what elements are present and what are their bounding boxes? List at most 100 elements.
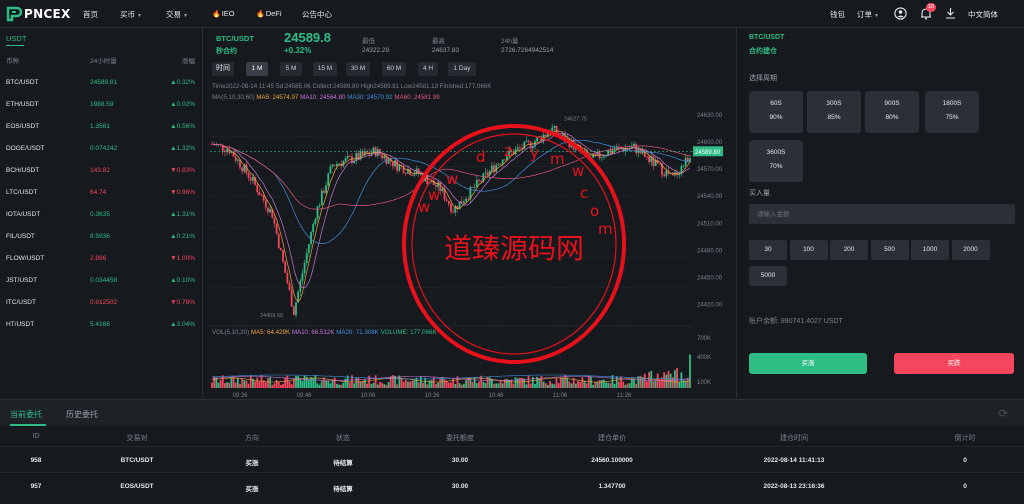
buy-up-button[interactable]: 买涨 [749,353,867,374]
market-price: 0.074242 [90,145,118,152]
market-row[interactable]: EOS/USDT 1.3561 ▲0.56% [0,116,203,138]
volume-bar [383,384,386,388]
quick-amount-button[interactable]: 100 [789,240,828,260]
candle-body [549,133,551,135]
amount-input[interactable] [749,204,1015,224]
candle-body [249,177,252,181]
volume-bar [484,382,487,388]
market-pair: FLOW/USDT [6,255,45,262]
timeframe-button[interactable]: 1 Day [448,62,476,76]
candlestick-chart[interactable]: Time2022-08-14 11:45 Sd:24585.06 Collect… [204,80,735,398]
period-time: 1800S [942,100,962,107]
market-row[interactable]: DOGE/USDT 0.074242 ▲1.32% [0,138,203,160]
vol-legend-item: MA10: 66.512K [292,329,336,336]
time-tick-label: 10:06 [360,393,376,398]
candle-body [428,182,431,185]
volume-bar [439,378,442,388]
market-pair: IOTA/USDT [6,211,41,218]
orders-tab-bar: 当前委托 历史委托 ⟳ [0,400,1024,426]
refresh-icon[interactable]: ⟳ [999,407,1008,420]
volume-value: 2726.7264942514 [501,47,554,54]
period-rate: 85% [827,114,841,121]
nav-home[interactable]: 首页 [83,9,98,20]
nav-buy[interactable]: 买币 ▼ [120,9,142,20]
market-row[interactable]: FLOW/USDT 2.896 ▼1.00% [0,248,203,270]
candle-body [288,282,291,290]
volume-bar [639,375,642,388]
tab-current-orders[interactable]: 当前委托 [10,409,42,420]
market-change: ▼0.96% [170,189,195,196]
volume-tick-label: 700K [697,336,711,342]
quick-amount-button[interactable]: 1000 [911,240,949,260]
order-cell-direction: 买涨 [245,460,259,467]
buy-down-button[interactable]: 买跌 [894,353,1014,374]
market-row[interactable]: BTC/USDT 24589.81 ▲0.32% [0,72,203,94]
volume-bar [359,381,362,388]
quick-amount-button[interactable]: 500 [870,240,909,260]
candle-body [295,302,297,316]
user-icon[interactable] [894,7,907,20]
market-pair: DOGE/USDT [6,145,45,152]
market-row[interactable]: BCH/USDT 143.82 ▼0.83% [0,160,203,182]
brand-name: PNCEX [24,7,71,21]
nav-defi[interactable]: 🔥DeFi [256,9,282,18]
nav-wallet[interactable]: 钱包 [830,9,845,20]
quick-amount-button[interactable]: 2000 [951,240,990,260]
time-tick-label: 09:46 [296,393,312,398]
market-row[interactable]: LTC/USDT 64.74 ▼0.96% [0,182,203,204]
order-cell-direction: 买涨 [245,486,259,493]
market-row[interactable]: JST/USDT 0.034458 ▲0.10% [0,270,203,292]
market-row[interactable]: IOTA/USDT 0.3635 ▲1.31% [0,204,203,226]
logo-icon [6,6,22,22]
volume-bar [499,380,502,388]
quick-amount-button[interactable]: 30 [749,240,787,260]
volume-bar [340,384,343,388]
timeframe-button[interactable]: 15 M [313,62,337,76]
fire-icon: 🔥 [256,11,265,18]
timeframe-button[interactable]: 1 M [246,62,268,76]
timeframe-button[interactable]: 4 H [418,62,438,76]
volume-bar [592,384,595,388]
nav-ieo[interactable]: 🔥IEO [212,9,235,18]
quick-amount-button[interactable]: 200 [830,240,868,260]
volume-bar [661,377,663,388]
market-row[interactable]: ETH/USDT 1988.59 ▲0.02% [0,94,203,116]
nav-notice[interactable]: 公告中心 [302,9,332,20]
candle-body [273,217,276,224]
period-option[interactable]: 300S 85% [807,91,861,133]
volume-bar [417,382,420,388]
timeframe-button[interactable]: 60 M [382,62,406,76]
candle-body [583,150,586,151]
volume-bar [538,378,541,388]
market-tab-usdt[interactable]: USDT [6,34,26,43]
volume-bar [381,382,383,388]
market-row[interactable]: HT/USDT 5.4168 ▲3.04% [0,314,203,336]
market-change: ▲3.04% [170,321,195,328]
market-price: 2.896 [90,255,107,262]
download-icon[interactable] [945,7,956,19]
timeframe-button[interactable]: 30 M [346,62,370,76]
price-tick-label: 24480.00 [697,248,723,254]
timeframe-button[interactable]: 5 M [280,62,302,76]
candle-body [344,158,347,162]
trade-pair: BTC/USDT [749,34,785,41]
nav-trade[interactable]: 交易 ▼ [166,9,188,20]
volume-bar [325,381,328,388]
candle-body [648,156,650,163]
brand-logo[interactable]: PNCEX [6,5,71,23]
market-row[interactable]: FIL/USDT 8.5936 ▲0.21% [0,226,203,248]
period-option[interactable]: 1800S 75% [925,91,979,133]
period-option[interactable]: 60S 90% [749,91,803,133]
quick-amount-button[interactable]: 5000 [749,266,787,286]
candle-body [267,207,269,213]
volume-bar [514,377,517,388]
language-select[interactable]: 中文简体 [968,9,998,20]
candle-body [495,164,498,172]
market-row[interactable]: ITC/USDT 0.912502 ▼0.79% [0,292,203,314]
period-option[interactable]: 900S 80% [865,91,919,133]
period-option[interactable]: 3600S 70% [749,140,803,182]
market-change: ▲0.02% [170,101,195,108]
nav-orders[interactable]: 订单 ▼ [857,9,879,20]
tab-order-history[interactable]: 历史委托 [66,409,98,420]
candle-body [445,199,448,202]
